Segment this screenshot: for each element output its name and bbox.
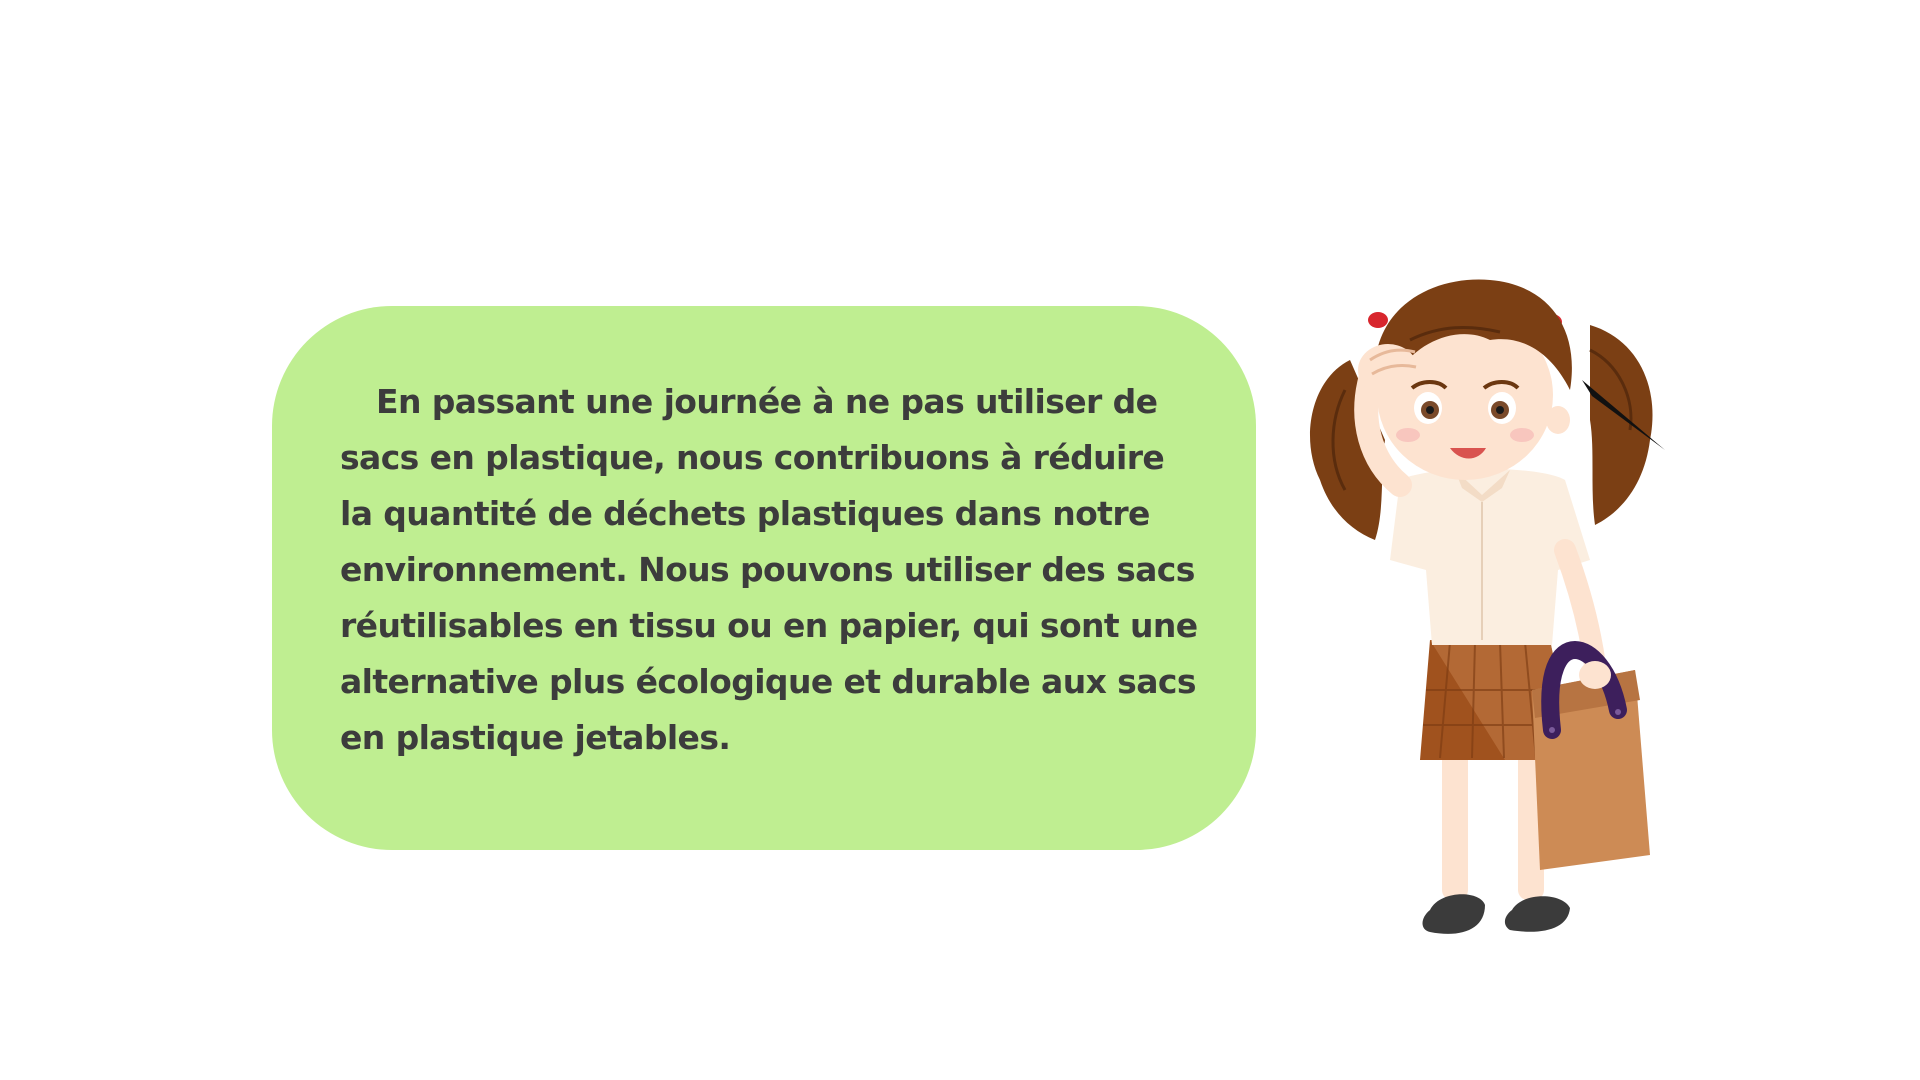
legs xyxy=(1442,750,1544,900)
hand-right xyxy=(1579,661,1611,689)
hair-tie-left xyxy=(1368,312,1388,328)
slide: En passant une journée à ne pas utiliser… xyxy=(0,0,1920,1080)
speech-bubble: En passant une journée à ne pas utiliser… xyxy=(272,306,1256,850)
shoes xyxy=(1422,894,1570,934)
girl-with-shopping-bag-illustration xyxy=(1310,279,1665,934)
message-text: En passant une journée à ne pas utiliser… xyxy=(340,382,1198,757)
